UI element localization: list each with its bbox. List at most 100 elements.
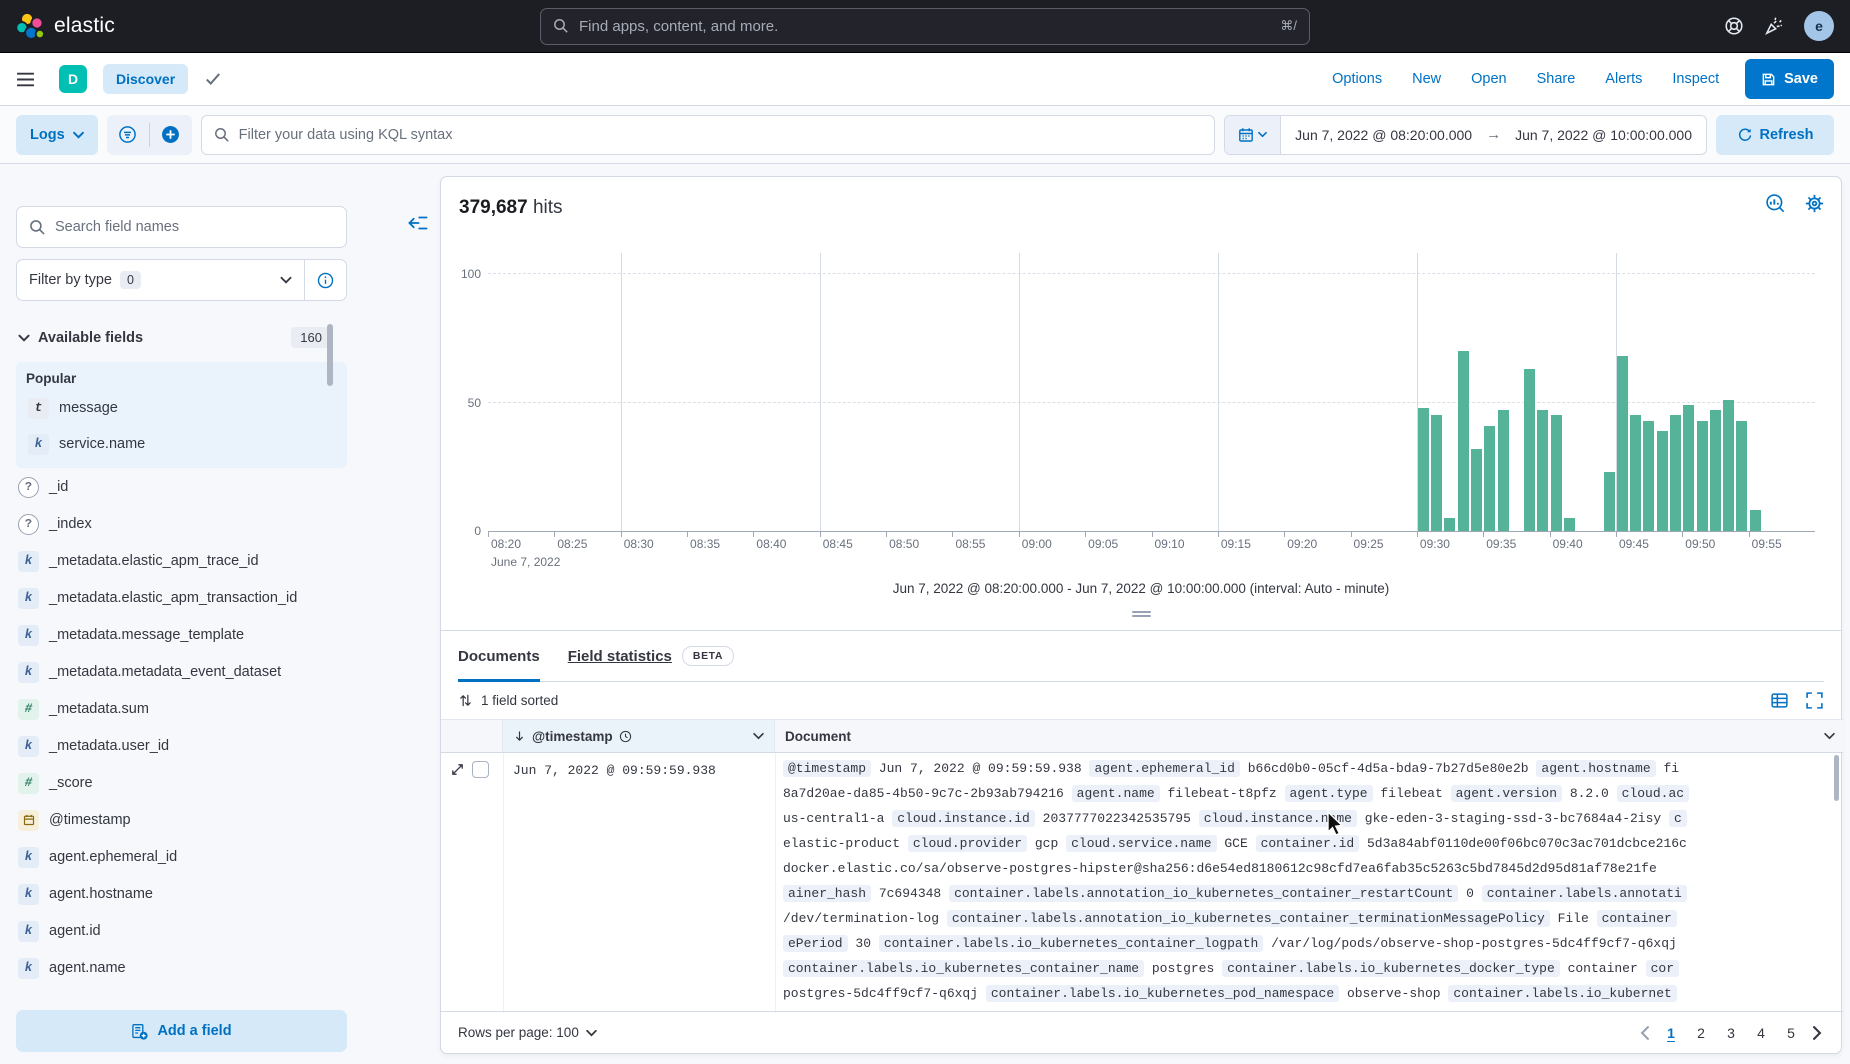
field-search-input[interactable]: Search field names xyxy=(16,206,347,248)
field-item-agent.name[interactable]: kagent.name xyxy=(16,950,347,986)
add-field-button[interactable]: Add a field xyxy=(16,1010,347,1052)
field-name-badge[interactable]: container.labels.io_kubernetes_pod_names… xyxy=(986,985,1339,1002)
elastic-logo-icon[interactable] xyxy=(16,12,44,41)
menu-item-share[interactable]: Share xyxy=(1537,71,1576,87)
field-item-agent.id[interactable]: kagent.id xyxy=(16,913,347,949)
sorted-fields-label[interactable]: 1 field sorted xyxy=(481,693,558,708)
field-name-badge[interactable]: cloud.service.name xyxy=(1066,835,1216,852)
timestamp-cell[interactable]: Jun 7, 2022 @ 09:59:59.938 xyxy=(513,763,716,778)
saved-query-icon[interactable] xyxy=(107,115,149,155)
tab-field-statistics[interactable]: Field statistics BETA xyxy=(568,631,734,681)
display-options-icon[interactable] xyxy=(1770,691,1789,710)
field-name-badge[interactable]: agent.version xyxy=(1451,785,1562,802)
global-search-input[interactable]: Find apps, content, and more. ⌘/ xyxy=(540,8,1310,45)
field-item-_index[interactable]: ?_index xyxy=(16,506,347,542)
save-button[interactable]: Save xyxy=(1745,59,1834,99)
field-name-badge[interactable]: container.id xyxy=(1256,835,1360,852)
filter-by-type-select[interactable]: Filter by type 0 xyxy=(17,271,304,289)
fullscreen-icon[interactable] xyxy=(1805,691,1824,710)
help-icon[interactable] xyxy=(1724,16,1744,36)
calendar-icon[interactable] xyxy=(1225,116,1281,154)
field-name-badge[interactable]: agent.type xyxy=(1285,785,1373,802)
field-name-badge[interactable]: cor xyxy=(1646,960,1679,977)
grid-header-document-column[interactable]: Document xyxy=(775,720,1843,752)
histogram-bar[interactable] xyxy=(1657,431,1668,531)
field-name-badge[interactable]: container.labels.io_kubernetes_container… xyxy=(879,935,1263,952)
field-name-badge[interactable]: cloud.instance.id xyxy=(892,810,1035,827)
field-name-badge[interactable]: container xyxy=(1597,910,1677,927)
next-page-icon[interactable] xyxy=(1808,1022,1826,1044)
kql-query-input[interactable]: Filter your data using KQL syntax xyxy=(201,115,1216,155)
histogram-plot-area[interactable] xyxy=(488,253,1815,532)
histogram-bar[interactable] xyxy=(1723,400,1734,531)
field-item-agent.hostname[interactable]: kagent.hostname xyxy=(16,876,347,912)
field-name-badge[interactable]: cloud.provider xyxy=(908,835,1027,852)
field-name-badge[interactable]: ainer_hash xyxy=(783,885,871,902)
field-item-service.name[interactable]: kservice.name xyxy=(26,426,337,462)
avatar[interactable]: e xyxy=(1804,11,1834,41)
page-1[interactable]: 1 xyxy=(1658,1020,1684,1046)
histogram-bar[interactable] xyxy=(1458,351,1469,531)
menu-item-inspect[interactable]: Inspect xyxy=(1672,71,1719,87)
histogram-bar[interactable] xyxy=(1551,415,1562,531)
previous-page-icon[interactable] xyxy=(1636,1022,1654,1044)
field-item-_metadata.user_id[interactable]: k_metadata.user_id xyxy=(16,728,347,764)
histogram-bar[interactable] xyxy=(1537,410,1548,531)
field-name-badge[interactable]: container.labels.io_kubernet xyxy=(1448,985,1676,1002)
news-icon[interactable] xyxy=(1764,16,1784,36)
field-name-badge[interactable]: container.labels.annotation_io_kubernete… xyxy=(947,910,1550,927)
field-name-badge[interactable]: cloud.ac xyxy=(1617,785,1689,802)
histogram-bar[interactable] xyxy=(1484,426,1495,531)
histogram-bar[interactable] xyxy=(1736,421,1747,532)
field-name-badge[interactable]: agent.ephemeral_id xyxy=(1089,760,1239,777)
field-item-_metadata.message_template[interactable]: k_metadata.message_template xyxy=(16,617,347,653)
histogram-bar[interactable] xyxy=(1418,408,1429,531)
menu-item-alerts[interactable]: Alerts xyxy=(1605,71,1642,87)
histogram-bar[interactable] xyxy=(1697,421,1708,532)
field-item-message[interactable]: tmessage xyxy=(26,390,337,426)
histogram-bar[interactable] xyxy=(1524,369,1535,531)
histogram-bar[interactable] xyxy=(1444,518,1455,531)
field-name-badge[interactable]: agent.hostname xyxy=(1536,760,1655,777)
field-item-_metadata.metadata_event_dataset[interactable]: k_metadata.metadata_event_dataset xyxy=(16,654,347,690)
field-name-badge[interactable]: ePeriod xyxy=(783,935,848,952)
field-name-badge[interactable]: cloud.instance.name xyxy=(1199,810,1357,827)
refresh-button[interactable]: Refresh xyxy=(1716,115,1834,155)
histogram-bar[interactable] xyxy=(1471,449,1482,531)
available-fields-accordion[interactable]: Available fields 160 xyxy=(16,327,347,348)
grid-scrollbar[interactable] xyxy=(1834,755,1839,801)
date-end[interactable]: Jun 7, 2022 @ 10:00:00.000 xyxy=(1501,127,1706,143)
data-view-picker[interactable]: Logs xyxy=(16,115,98,155)
field-item-@timestamp[interactable]: @timestamp xyxy=(16,802,347,838)
field-item-_metadata.elastic_apm_transaction_id[interactable]: k_metadata.elastic_apm_transaction_id xyxy=(16,580,347,616)
histogram-bar[interactable] xyxy=(1630,415,1641,531)
histogram-bar[interactable] xyxy=(1498,410,1509,531)
field-item-agent.ephemeral_id[interactable]: kagent.ephemeral_id xyxy=(16,839,347,875)
menu-item-options[interactable]: Options xyxy=(1332,71,1382,87)
page-3[interactable]: 3 xyxy=(1718,1020,1744,1046)
resize-handle[interactable] xyxy=(1132,611,1151,619)
gear-icon[interactable] xyxy=(1804,193,1825,214)
field-name-badge[interactable]: container.labels.io_kubernetes_container… xyxy=(783,960,1144,977)
sidebar-scrollbar[interactable] xyxy=(327,324,333,386)
histogram-bar[interactable] xyxy=(1617,356,1628,531)
add-filter-icon[interactable] xyxy=(150,115,192,155)
histogram-bar[interactable] xyxy=(1431,415,1442,531)
histogram-bar[interactable] xyxy=(1710,410,1721,531)
field-item-_metadata.sum[interactable]: #_metadata.sum xyxy=(16,691,347,727)
histogram-bar[interactable] xyxy=(1564,518,1575,531)
collapse-sidebar-icon[interactable] xyxy=(405,211,431,237)
breadcrumb-discover[interactable]: Discover xyxy=(103,64,188,94)
rows-per-page-select[interactable]: Rows per page: 100 xyxy=(458,1025,597,1040)
page-4[interactable]: 4 xyxy=(1748,1020,1774,1046)
tab-documents[interactable]: Documents xyxy=(458,631,540,681)
field-item-_metadata.elastic_apm_trace_id[interactable]: k_metadata.elastic_apm_trace_id xyxy=(16,543,347,579)
date-start[interactable]: Jun 7, 2022 @ 08:20:00.000 xyxy=(1281,127,1486,143)
histogram-bar[interactable] xyxy=(1643,421,1654,532)
page-2[interactable]: 2 xyxy=(1688,1020,1714,1046)
grid-header-timestamp-column[interactable]: @timestamp xyxy=(503,720,775,752)
field-item-_score[interactable]: #_score xyxy=(16,765,347,801)
histogram-bar[interactable] xyxy=(1683,405,1694,531)
field-name-badge[interactable]: container.labels.annotati xyxy=(1482,885,1687,902)
field-name-badge[interactable]: container.labels.annotation_io_kubernete… xyxy=(949,885,1458,902)
